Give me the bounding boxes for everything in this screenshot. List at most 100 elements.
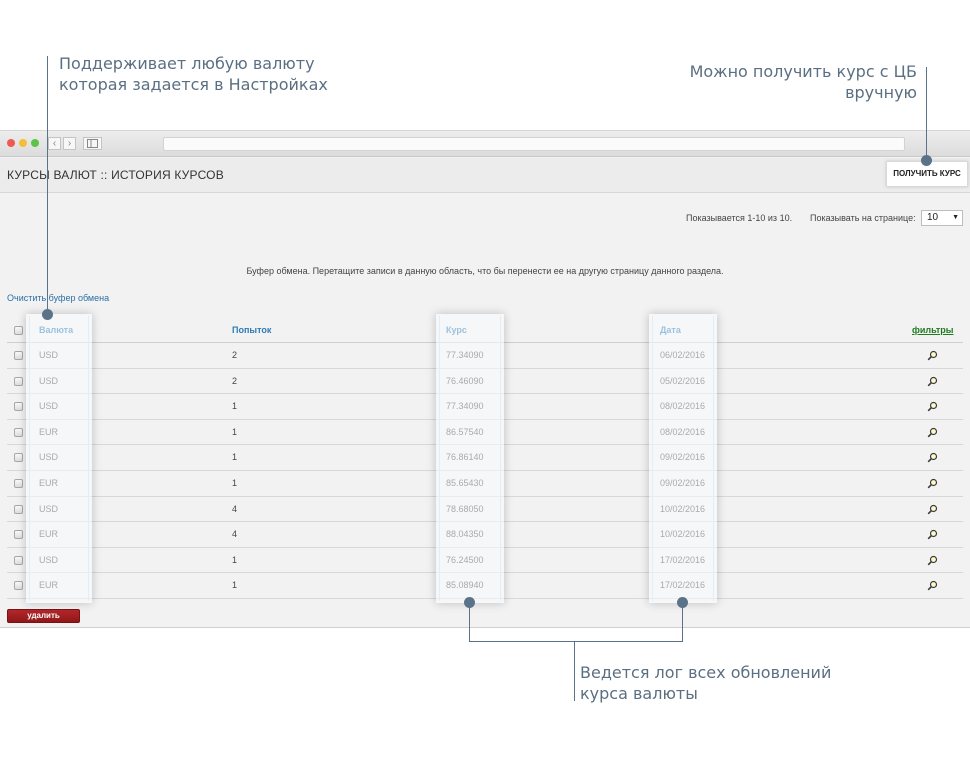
maximize-window-icon[interactable]: [31, 139, 39, 147]
per-page-label: Показывать на странице:: [810, 213, 916, 223]
cell-rate: 78.68050: [446, 503, 484, 514]
table-row[interactable]: USD 2 76.46090 05/02/2016: [7, 369, 963, 395]
callout-rate-dot: [464, 597, 475, 608]
window-titlebar: ‹ ›: [0, 131, 970, 157]
callout-log-stem: [574, 641, 575, 701]
cell-currency: EUR: [39, 529, 59, 540]
select-all-checkbox[interactable]: [14, 326, 23, 335]
row-checkbox[interactable]: [14, 427, 23, 437]
column-header-rate[interactable]: Курс: [446, 318, 467, 343]
chevron-left-icon[interactable]: ‹: [48, 137, 61, 150]
magnifier-icon[interactable]: [927, 376, 938, 387]
cell-attempts: 1: [232, 452, 238, 463]
cell-attempts: 1: [232, 580, 238, 591]
row-checkbox[interactable]: [14, 402, 23, 412]
callout-log-bracket: [469, 641, 683, 642]
table-row[interactable]: USD 1 76.24500 17/02/2016: [7, 548, 963, 574]
clear-clipboard-link[interactable]: Очистить буфер обмена: [7, 293, 109, 303]
cell-date: 09/02/2016: [660, 478, 706, 488]
row-checkbox[interactable]: [14, 351, 23, 360]
cell-currency: EUR: [39, 478, 59, 488]
table-row[interactable]: EUR 1 86.57540 08/02/2016: [7, 420, 963, 446]
column-header-currency[interactable]: Валюта: [39, 318, 73, 343]
callout-currency-line-1: Поддерживает любую валюту: [59, 54, 315, 73]
callout-date-line: [682, 603, 683, 641]
table-row[interactable]: USD 4 78.68050 10/02/2016: [7, 497, 963, 523]
magnifier-icon[interactable]: [927, 580, 938, 591]
cell-attempts: 1: [232, 401, 238, 412]
cell-date: 09/02/2016: [660, 452, 706, 463]
table-row[interactable]: USD 2 77.34090 06/02/2016: [7, 343, 963, 369]
magnifier-icon[interactable]: [927, 478, 938, 489]
cell-date: 05/02/2016: [660, 375, 706, 386]
cell-rate: 86.57540: [446, 426, 484, 437]
sidebar-icon[interactable]: [83, 137, 102, 150]
cell-attempts: 1: [232, 478, 238, 488]
callout-rate-line: [469, 603, 470, 641]
magnifier-icon[interactable]: [927, 529, 938, 540]
table-row[interactable]: EUR 4 88.04350 10/02/2016: [7, 522, 963, 548]
cell-currency: USD: [39, 452, 59, 463]
table-row[interactable]: USD 1 77.34090 08/02/2016: [7, 394, 963, 420]
pagination-info: Показывается 1-10 из 10.: [686, 213, 793, 223]
magnifier-icon[interactable]: [927, 427, 938, 438]
cell-currency: USD: [39, 401, 59, 412]
callout-cbr: Можно получить курс с ЦБ вручную: [690, 61, 917, 103]
callout-cbr-line-1: Можно получить курс с ЦБ: [689, 62, 917, 81]
cell-currency: USD: [39, 375, 59, 386]
minimize-window-icon[interactable]: [19, 139, 27, 147]
cell-rate: 76.24500: [446, 554, 484, 565]
cell-rate: 76.46090: [446, 375, 484, 386]
cell-attempts: 2: [232, 375, 238, 386]
chevron-down-icon: ▼: [952, 214, 959, 221]
page-title: КУРСЫ ВАЛЮТ :: ИСТОРИЯ КУРСОВ: [7, 168, 224, 182]
cell-date: 08/02/2016: [660, 426, 706, 437]
cell-attempts: 2: [232, 350, 238, 360]
cell-rate: 77.34090: [446, 350, 484, 360]
page-header: КУРСЫ ВАЛЮТ :: ИСТОРИЯ КУРСОВ: [0, 158, 970, 193]
table-row[interactable]: USD 1 76.86140 09/02/2016: [7, 445, 963, 471]
magnifier-icon[interactable]: [927, 452, 938, 463]
column-header-attempts[interactable]: Попыток: [232, 318, 271, 343]
filters-link[interactable]: фильтры: [912, 318, 953, 343]
per-page-value: 10: [927, 212, 939, 223]
callout-log-line-2: курса валюты: [580, 684, 698, 703]
callout-currency-line-2: которая задается в Настройках: [59, 75, 328, 94]
row-checkbox[interactable]: [14, 504, 23, 514]
chevron-right-icon[interactable]: ›: [63, 137, 76, 150]
cell-currency: USD: [39, 503, 59, 514]
row-checkbox[interactable]: [14, 530, 23, 540]
row-checkbox[interactable]: [14, 453, 23, 463]
cell-rate: 85.65430: [446, 478, 484, 488]
table-row[interactable]: EUR 1 85.65430 09/02/2016: [7, 471, 963, 497]
callout-cbr-dot: [921, 155, 932, 166]
magnifier-icon[interactable]: [927, 401, 938, 412]
cell-date: 10/02/2016: [660, 529, 706, 540]
row-checkbox[interactable]: [14, 376, 23, 386]
callout-cbr-line: [926, 67, 927, 160]
callout-log-line-1: Ведется лог всех обновлений: [580, 663, 832, 682]
magnifier-icon[interactable]: [927, 504, 938, 515]
cell-currency: USD: [39, 554, 59, 565]
table-header-row: Валюта Попыток Курс Дата фильтры: [7, 318, 963, 343]
address-bar[interactable]: [163, 137, 905, 151]
magnifier-icon[interactable]: [927, 350, 938, 361]
per-page-select[interactable]: 10 ▼: [921, 210, 963, 226]
cell-attempts: 1: [232, 426, 238, 437]
cell-attempts: 1: [232, 554, 238, 565]
cell-rate: 85.08940: [446, 580, 484, 591]
delete-button[interactable]: удалить: [7, 609, 80, 623]
column-header-date[interactable]: Дата: [660, 318, 681, 343]
cell-rate: 88.04350: [446, 529, 484, 540]
row-checkbox[interactable]: [14, 479, 23, 488]
cell-currency: USD: [39, 350, 59, 360]
cell-date: 08/02/2016: [660, 401, 706, 412]
cell-currency: EUR: [39, 426, 59, 437]
cell-attempts: 4: [232, 503, 238, 514]
callout-currency: Поддерживает любую валюту которая задает…: [59, 53, 328, 95]
table-row[interactable]: EUR 1 85.08940 17/02/2016: [7, 573, 963, 599]
magnifier-icon[interactable]: [927, 555, 938, 566]
close-window-icon[interactable]: [7, 139, 15, 147]
row-checkbox[interactable]: [14, 555, 23, 565]
row-checkbox[interactable]: [14, 581, 23, 591]
